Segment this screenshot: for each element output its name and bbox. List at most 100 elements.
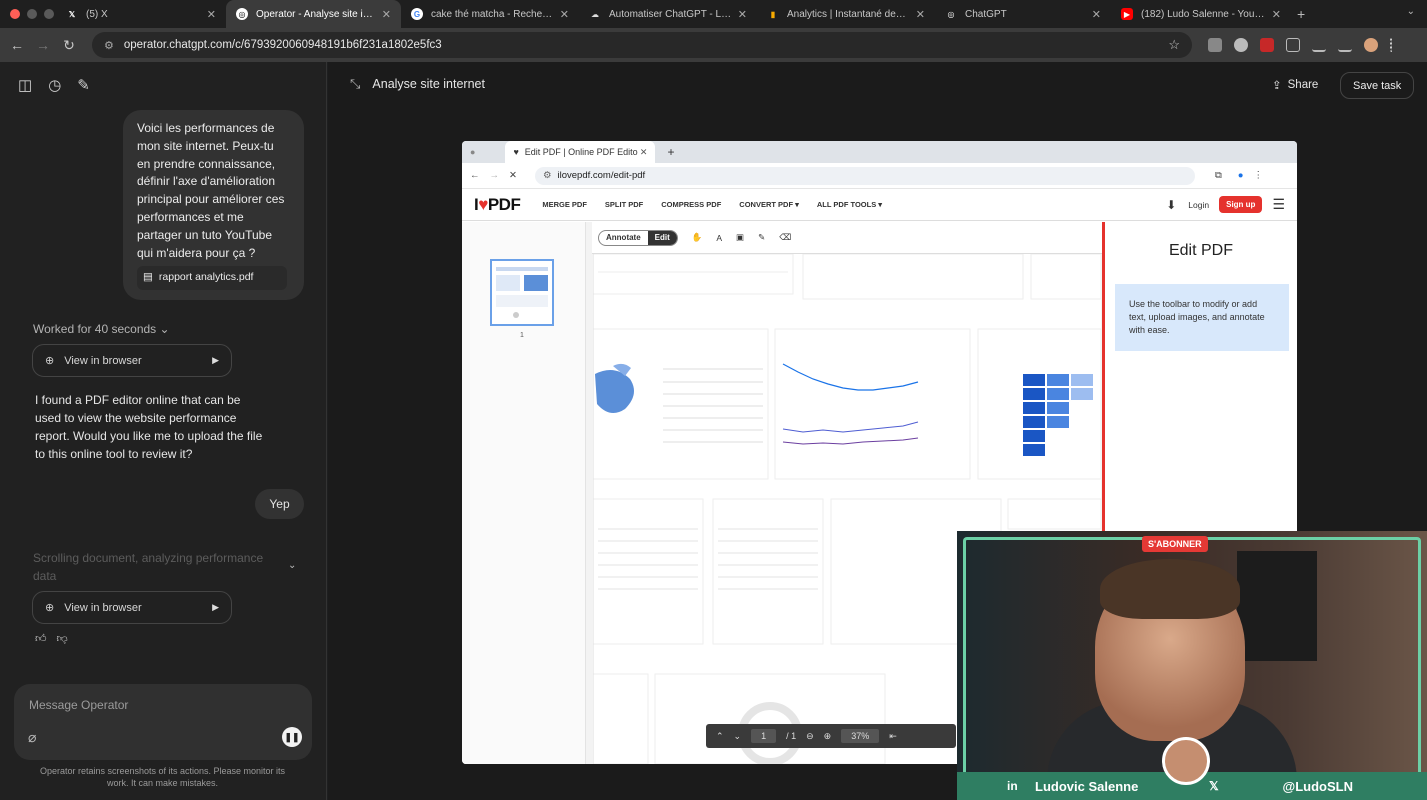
x-logo-icon: 𝕏 (1209, 779, 1219, 793)
paperclip-icon[interactable]: ⌀ (28, 729, 36, 746)
zoom-level[interactable]: 37% (841, 729, 880, 743)
remote-tab-edit-pdf[interactable]: ♥ Edit PDF | Online PDF Edito ✕ (505, 141, 656, 163)
history-icon[interactable]: ◷ (48, 76, 61, 94)
image-tool-icon[interactable]: ▣ (736, 232, 744, 243)
pdf-attachment[interactable]: ▤ rapport analytics.pdf (137, 266, 287, 291)
tab-operator[interactable]: ◎ Operator - Analyse site interne ✕ (226, 0, 401, 28)
close-icon[interactable]: ✕ (207, 8, 216, 21)
hamburger-menu-icon[interactable]: ☰ (1272, 196, 1285, 213)
remote-url-field[interactable]: ⚙ ilovepdf.com/edit-pdf (534, 166, 1195, 185)
close-icon[interactable]: ✕ (382, 8, 391, 21)
new-chat-icon[interactable]: ✎ (77, 76, 90, 94)
close-icon[interactable]: ✕ (738, 8, 747, 21)
profile-icon[interactable]: ● (1238, 170, 1244, 181)
view-in-browser-button[interactable]: ⊕ View in browser ▶ (32, 591, 232, 624)
menu-merge-pdf[interactable]: MERGE PDF (542, 200, 587, 209)
close-icon[interactable]: ✕ (640, 147, 648, 158)
forward-arrow-icon[interactable]: → (30, 37, 56, 53)
menu-split-pdf[interactable]: SPLIT PDF (605, 200, 643, 209)
globe-icon: ⊕ (45, 355, 55, 367)
annotate-tab[interactable]: Annotate (599, 231, 648, 245)
disclaimer-text: Operator retains screenshots of its acti… (39, 766, 286, 788)
text-tool-icon[interactable]: A (716, 233, 722, 243)
close-icon[interactable]: ✕ (1092, 8, 1101, 21)
stop-loading-icon[interactable]: ✕ (509, 170, 517, 181)
chevron-down-icon[interactable]: ⌄ (288, 560, 296, 571)
login-link[interactable]: Login (1188, 200, 1209, 210)
back-arrow-icon[interactable]: ← (4, 37, 30, 53)
task-title: Analyse site internet (372, 77, 485, 91)
linkedin-icon: in (1007, 779, 1018, 793)
new-tab-button[interactable]: + (1297, 6, 1305, 22)
new-tab-button[interactable]: + (667, 145, 674, 159)
reload-icon[interactable]: ↻ (56, 37, 82, 54)
subscribe-badge: S'ABONNER (1142, 536, 1208, 552)
close-icon[interactable]: ✕ (1272, 8, 1281, 21)
puzzle-icon[interactable] (1286, 38, 1300, 52)
google-icon: G (411, 8, 423, 20)
maximize-window-button[interactable] (44, 9, 54, 19)
tab-search-icon[interactable]: ⌄ (1407, 6, 1415, 17)
collapse-icon[interactable]: ⤡ (350, 76, 360, 92)
minimize-window-button[interactable] (27, 9, 37, 19)
document-icon: ▤ (143, 271, 153, 284)
tab-analytics[interactable]: ▮ Analytics | Instantané des rap ✕ (757, 0, 935, 28)
page-thumbnail[interactable] (490, 259, 554, 326)
thumbnail-preview (496, 267, 548, 318)
kebab-menu-icon[interactable]: ⋮ (1254, 170, 1264, 181)
share-button[interactable]: ⇪ Share (1272, 74, 1318, 96)
page-input[interactable]: 1 (751, 729, 777, 743)
extension-icon[interactable] (1260, 38, 1274, 52)
extension-icon[interactable]: ⧉ (1215, 170, 1222, 181)
close-icon[interactable]: ✕ (560, 8, 569, 21)
save-task-button[interactable]: Save task (1340, 72, 1415, 99)
zoom-in-icon[interactable]: ⊕ (824, 731, 832, 742)
thumbs-up-icon[interactable]: 👍︎ (35, 632, 47, 645)
menu-convert-pdf[interactable]: CONVERT PDF ▾ (739, 200, 799, 209)
menu-all-pdf-tools[interactable]: ALL PDF TOOLS ▾ (817, 200, 882, 209)
fit-width-icon[interactable]: ⇤ (889, 731, 897, 742)
url-field[interactable]: ⚙ operator.chatgpt.com/c/679392006094819… (92, 32, 1192, 58)
tab-chatgpt[interactable]: ◎ ChatGPT ✕ (935, 0, 1111, 28)
close-icon[interactable]: ✕ (916, 8, 925, 21)
user-message-text: Voici les performances de mon site inter… (137, 121, 285, 260)
view-in-browser-button[interactable]: ⊕ View in browser ▶ (32, 344, 232, 377)
tab-automatiser[interactable]: ☁ Automatiser ChatGPT - La Fo ✕ (579, 0, 757, 28)
extension-icon[interactable] (1208, 38, 1222, 52)
thumbs-down-icon[interactable]: 👎︎ (57, 632, 68, 645)
feedback-row: 👍︎ 👎︎ (35, 632, 68, 645)
tab-x[interactable]: 𝕏 (5) X ✕ (56, 0, 226, 28)
extension-icon[interactable] (1234, 38, 1248, 52)
tab-google-search[interactable]: G cake thé matcha - Recherche ✕ (401, 0, 579, 28)
zoom-out-icon[interactable]: ⊖ (806, 731, 814, 742)
chevron-down-icon: ⌄ (159, 322, 170, 336)
back-arrow-icon[interactable]: ← (470, 170, 480, 181)
media-icon[interactable] (1312, 38, 1326, 52)
ilovepdf-logo[interactable]: I♥PDF (474, 195, 521, 215)
mode-switch[interactable]: Annotate Edit (598, 229, 678, 246)
forward-arrow-icon[interactable]: → (490, 170, 500, 181)
message-composer[interactable]: Message Operator ⌀ ❚❚ (14, 684, 312, 760)
tab-youtube[interactable]: ▶ (182) Ludo Salenne - YouTube ✕ (1111, 0, 1291, 28)
user-reply-bubble: Yep (255, 489, 304, 519)
chevron-down-icon[interactable]: ⌄ (734, 731, 742, 742)
eraser-tool-icon[interactable]: ⌫ (779, 232, 791, 243)
edit-tab[interactable]: Edit (647, 230, 677, 245)
site-settings-icon[interactable]: ⚙ (104, 39, 114, 52)
bookmark-star-icon[interactable]: ☆ (1168, 37, 1180, 53)
pause-button[interactable]: ❚❚ (282, 727, 302, 747)
download-icon[interactable] (1338, 38, 1352, 52)
profile-avatar[interactable] (1364, 38, 1378, 52)
kebab-menu-icon[interactable] (1390, 38, 1394, 52)
close-window-button[interactable] (10, 9, 20, 19)
chevron-up-icon[interactable]: ⌃ (716, 731, 724, 742)
worked-duration-toggle[interactable]: Worked for 40 seconds ⌄ (33, 322, 170, 336)
sidebar-toggle-icon[interactable]: ◫ (18, 76, 32, 94)
page-thumbnails: 1 (462, 222, 586, 764)
hand-tool-icon[interactable]: ✋ (692, 232, 703, 243)
menu-compress-pdf[interactable]: COMPRESS PDF (661, 200, 721, 209)
message-input[interactable]: Message Operator (29, 698, 128, 712)
pen-tool-icon[interactable]: ✎ (758, 232, 765, 243)
signup-button[interactable]: Sign up (1219, 196, 1263, 213)
desktop-download-icon[interactable]: ⬇ (1166, 198, 1176, 212)
